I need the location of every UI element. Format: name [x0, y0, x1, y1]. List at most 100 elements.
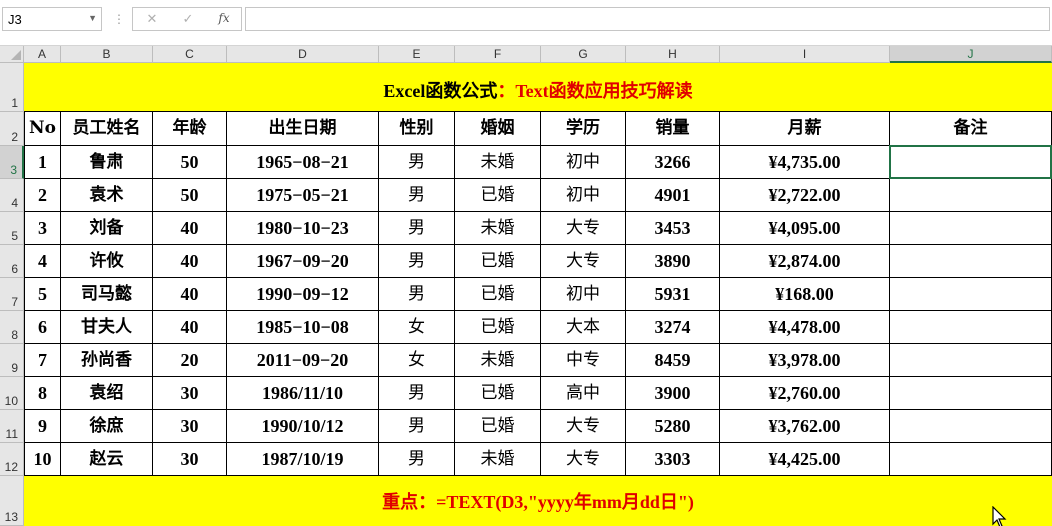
column-title-cell[interactable]: No	[24, 112, 61, 146]
table-cell[interactable]: 初中	[541, 146, 626, 179]
table-cell[interactable]: ¥4,425.00	[720, 443, 890, 476]
table-cell[interactable]: ¥2,722.00	[720, 179, 890, 212]
table-cell[interactable]: 1975−05−21	[227, 179, 379, 212]
table-cell[interactable]: 已婚	[455, 245, 541, 278]
column-title-cell[interactable]: 性别	[379, 112, 455, 146]
table-cell[interactable]: 3900	[626, 377, 720, 410]
table-cell[interactable]: 30	[153, 443, 227, 476]
column-header-c[interactable]: C	[153, 46, 227, 63]
table-cell[interactable]: 20	[153, 344, 227, 377]
name-box[interactable]: J3 ▼	[2, 7, 102, 31]
table-cell[interactable]: 大专	[541, 443, 626, 476]
table-cell[interactable]: 未婚	[455, 146, 541, 179]
table-cell[interactable]: 赵云	[61, 443, 153, 476]
table-cell[interactable]: 徐庶	[61, 410, 153, 443]
table-cell[interactable]	[890, 410, 1052, 443]
table-cell[interactable]	[890, 311, 1052, 344]
column-title-cell[interactable]: 员工姓名	[61, 112, 153, 146]
column-header-h[interactable]: H	[626, 46, 720, 63]
table-cell[interactable]: 男	[379, 146, 455, 179]
column-title-cell[interactable]: 销量	[626, 112, 720, 146]
table-cell[interactable]: 1980−10−23	[227, 212, 379, 245]
table-cell[interactable]: 6	[24, 311, 61, 344]
row-header-3[interactable]: 3	[0, 146, 24, 179]
table-cell[interactable]: 袁绍	[61, 377, 153, 410]
table-cell[interactable]: 8459	[626, 344, 720, 377]
cancel-icon[interactable]: ✕	[141, 11, 163, 29]
table-cell[interactable]	[890, 245, 1052, 278]
table-cell[interactable]: 许攸	[61, 245, 153, 278]
table-cell[interactable]: 1	[24, 146, 61, 179]
column-header-e[interactable]: E	[379, 46, 455, 63]
table-cell[interactable]: 7	[24, 344, 61, 377]
table-cell[interactable]	[890, 212, 1052, 245]
table-cell[interactable]: 5	[24, 278, 61, 311]
table-cell[interactable]: 2011−09−20	[227, 344, 379, 377]
table-cell[interactable]: 已婚	[455, 311, 541, 344]
column-header-f[interactable]: F	[455, 46, 541, 63]
table-cell[interactable]: 3	[24, 212, 61, 245]
table-cell[interactable]	[890, 344, 1052, 377]
table-cell[interactable]: 袁术	[61, 179, 153, 212]
table-cell[interactable]: 已婚	[455, 278, 541, 311]
table-cell[interactable]: 3453	[626, 212, 720, 245]
table-cell[interactable]: 鲁肃	[61, 146, 153, 179]
table-cell[interactable]: 男	[379, 212, 455, 245]
column-title-cell[interactable]: 月薪	[720, 112, 890, 146]
table-cell[interactable]: 4	[24, 245, 61, 278]
table-cell[interactable]: 大专	[541, 245, 626, 278]
table-cell[interactable]: ¥3,978.00	[720, 344, 890, 377]
table-cell[interactable]	[890, 179, 1052, 212]
footer-cell[interactable]: 重点：=TEXT(D3,"yyyy年mm月dd日")	[24, 476, 1052, 526]
column-title-cell[interactable]: 学历	[541, 112, 626, 146]
table-cell[interactable]: 司马懿	[61, 278, 153, 311]
table-cell[interactable]: 男	[379, 410, 455, 443]
table-cell[interactable]: ¥2,874.00	[720, 245, 890, 278]
table-cell[interactable]: 1965−08−21	[227, 146, 379, 179]
table-cell[interactable]: 男	[379, 443, 455, 476]
row-header-5[interactable]: 5	[0, 212, 24, 245]
column-header-g[interactable]: G	[541, 46, 626, 63]
table-cell[interactable]: 已婚	[455, 410, 541, 443]
table-cell[interactable]: 大专	[541, 410, 626, 443]
table-cell[interactable]: 3890	[626, 245, 720, 278]
table-cell[interactable]: 8	[24, 377, 61, 410]
table-cell[interactable]: 5931	[626, 278, 720, 311]
table-cell[interactable]: 1987/10/19	[227, 443, 379, 476]
chevron-down-icon[interactable]: ▼	[88, 13, 97, 23]
table-cell[interactable]: 孙尚香	[61, 344, 153, 377]
table-cell[interactable]: 已婚	[455, 377, 541, 410]
table-cell[interactable]: 40	[153, 311, 227, 344]
table-cell[interactable]	[890, 377, 1052, 410]
row-header-8[interactable]: 8	[0, 311, 24, 344]
table-cell[interactable]: ¥2,760.00	[720, 377, 890, 410]
table-cell[interactable]: 刘备	[61, 212, 153, 245]
row-header-11[interactable]: 11	[0, 410, 24, 443]
select-all-corner[interactable]	[0, 46, 24, 63]
table-cell[interactable]: 30	[153, 410, 227, 443]
table-cell[interactable]: 1985−10−08	[227, 311, 379, 344]
table-cell[interactable]: 已婚	[455, 179, 541, 212]
table-cell[interactable]: 1990−09−12	[227, 278, 379, 311]
table-cell[interactable]: 1986/11/10	[227, 377, 379, 410]
table-cell[interactable]: 40	[153, 245, 227, 278]
row-header-9[interactable]: 9	[0, 344, 24, 377]
table-cell[interactable]: 未婚	[455, 212, 541, 245]
row-header-2[interactable]: 2	[0, 112, 24, 146]
table-cell[interactable]: 初中	[541, 179, 626, 212]
row-header-4[interactable]: 4	[0, 179, 24, 212]
table-cell[interactable]: 大专	[541, 212, 626, 245]
table-cell[interactable]: 大本	[541, 311, 626, 344]
column-header-d[interactable]: D	[227, 46, 379, 63]
table-cell[interactable]	[890, 278, 1052, 311]
table-cell[interactable]: ¥168.00	[720, 278, 890, 311]
column-header-j[interactable]: J	[890, 46, 1052, 63]
table-cell[interactable]	[890, 443, 1052, 476]
table-cell[interactable]: 50	[153, 179, 227, 212]
table-cell[interactable]: 50	[153, 146, 227, 179]
table-cell[interactable]: 40	[153, 278, 227, 311]
table-cell[interactable]: ¥4,735.00	[720, 146, 890, 179]
column-title-cell[interactable]: 婚姻	[455, 112, 541, 146]
enter-icon[interactable]: ✓	[177, 11, 199, 29]
column-header-i[interactable]: I	[720, 46, 890, 63]
